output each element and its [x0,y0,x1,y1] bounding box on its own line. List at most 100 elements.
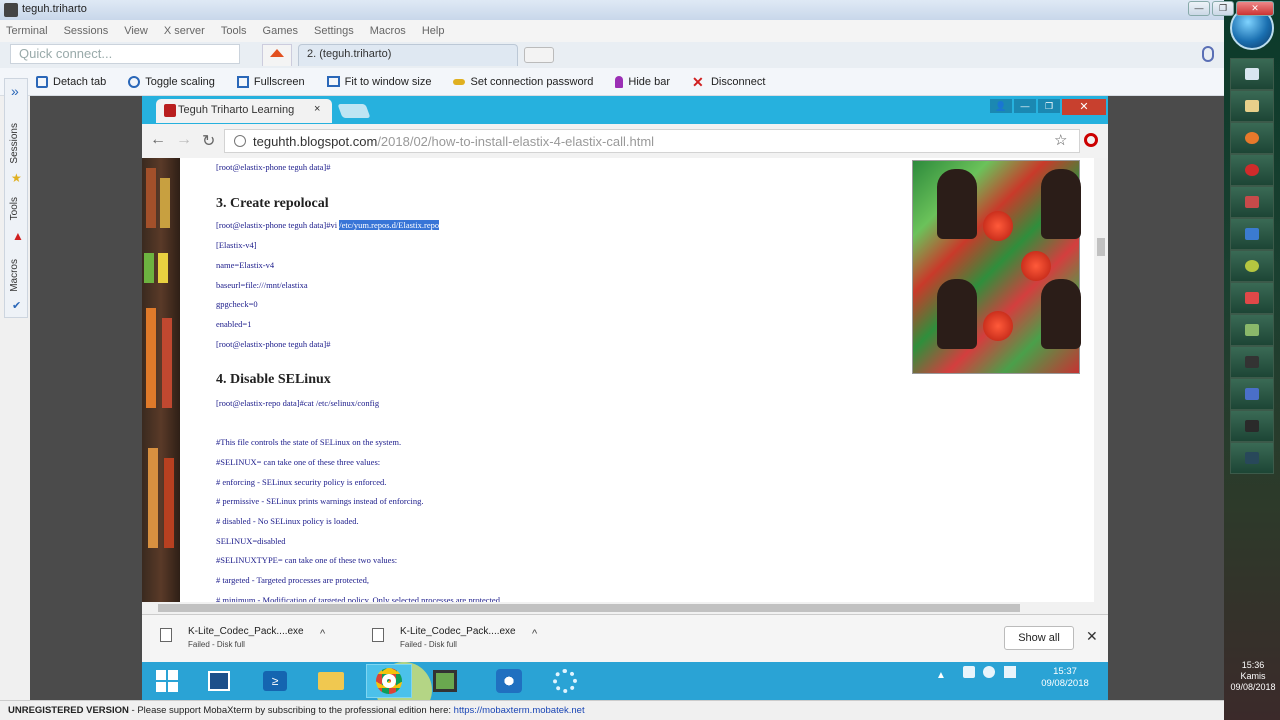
line-text: # permissive - SELinux prints warnings i… [216,496,424,506]
horizontal-scroll-thumb[interactable] [158,604,1020,612]
fullscreen-button[interactable]: Fullscreen [236,75,305,88]
desktop-shortcut-icon[interactable] [1230,282,1274,314]
code-line: # disabled - No SELinux policy is loaded… [216,516,359,526]
system-tray[interactable]: ▲ [936,666,1017,681]
session-tab[interactable]: 2. (teguh.triharto) [298,44,518,66]
network-tray-icon[interactable] [962,666,975,678]
site-info-icon[interactable] [234,135,246,147]
system-clock[interactable]: 15:36 Kamis 09/08/2018 [1228,660,1278,693]
new-tab-button[interactable] [337,104,371,118]
back-arrow-icon[interactable]: ← [150,131,166,149]
mobatek-link[interactable]: https://mobaxterm.mobatek.net [454,705,585,716]
menu-view[interactable]: View [124,25,148,37]
line-text: # disabled - No SELinux policy is loaded… [216,516,359,526]
menu-xserver[interactable]: X server [164,25,205,37]
menu-games[interactable]: Games [263,25,298,37]
chrome-maximize-button[interactable]: ❐ [1038,99,1060,113]
powershell-icon[interactable]: ≥ [252,664,298,698]
maximize-button[interactable]: ❐ [1212,1,1234,16]
detach-icon [36,75,48,88]
settings-taskbar-icon[interactable] [542,664,588,698]
desktop-shortcut-icon[interactable] [1230,378,1274,410]
desktop-shortcut-icon[interactable] [1230,410,1274,442]
tray-arrow-icon[interactable]: ▲ [936,670,946,681]
line-text: #This file controls the state of SELinux… [216,437,402,447]
url-host: teguhth.blogspot.com [253,134,378,149]
code-line: SELINUX=disabled [216,536,285,546]
quick-connect-input[interactable]: Quick connect... [10,44,240,64]
desktop-shortcut-icon[interactable] [1230,346,1274,378]
desktop-shortcut-icon[interactable] [1230,442,1274,474]
windows-start-icon[interactable] [144,664,190,698]
line-text: # enforcing - SELinux security policy is… [216,477,387,487]
opera-icon[interactable] [1230,154,1274,186]
paperclip-icon[interactable] [1202,46,1214,62]
chrome-taskbar-icon[interactable] [366,664,412,698]
file-icon [372,628,384,642]
file-explorer-icon[interactable] [308,664,354,698]
close-download-bar-icon[interactable]: ✕ [1086,628,1098,645]
menu-terminal[interactable]: Terminal [6,25,48,37]
vertical-scrollbar[interactable] [1094,158,1108,602]
toggle-scaling-button[interactable]: Toggle scaling [128,75,215,88]
code-line: # targeted - Targeted processes are prot… [216,575,369,585]
expand-sidebar-icon[interactable]: » [11,83,19,99]
line-text: SELINUX=disabled [216,536,286,546]
download-status: Failed - Disk full [188,640,245,649]
user-profile-button[interactable]: 👤 [990,99,1012,113]
clock-date: 09/08/2018 [1230,682,1276,692]
magnifier-icon [128,75,141,88]
network-taskbar-icon[interactable] [486,664,532,698]
side-panel: » Sessions ★ Tools ▲ Macros ✔ [4,78,28,318]
macros-side-tab[interactable]: Macros [9,259,20,292]
disconnect-button[interactable]: ✕ Disconnect [692,75,765,89]
menu-tools[interactable]: Tools [221,25,247,37]
download-item[interactable]: K-Lite_Codec_Pack....exe Failed - Disk f… [372,624,562,654]
bookmark-star-icon[interactable]: ☆ [1054,131,1067,149]
fullscreen-label: Fullscreen [253,75,305,88]
chevron-up-icon[interactable]: ^ [532,628,537,640]
chrome-close-button[interactable]: ✕ [1062,99,1106,115]
minimize-button[interactable]: — [1188,1,1210,16]
menu-settings[interactable]: Settings [314,25,354,37]
taskbar-clock[interactable]: 15:37 09/08/2018 [1030,666,1100,690]
menu-sessions[interactable]: Sessions [64,25,109,37]
vertical-scroll-thumb[interactable] [1097,238,1105,256]
volume-tray-icon[interactable] [983,666,996,678]
download-item[interactable]: K-Lite_Codec_Pack....exe Failed - Disk f… [160,624,350,654]
desktop-shortcut-icon[interactable] [1230,250,1274,282]
tools-side-tab[interactable]: Tools [9,197,20,220]
desktop-shortcut-icon[interactable] [1230,186,1274,218]
desktop-shortcut-icon[interactable] [1230,90,1274,122]
firefox-icon[interactable] [1230,122,1274,154]
address-bar[interactable]: teguhth.blogspot.com/2018/02/how-to-inst… [224,129,1080,153]
home-tab-icon[interactable] [262,44,292,66]
close-button[interactable]: ✕ [1236,1,1274,16]
server-manager-icon[interactable] [196,664,242,698]
desktop-shortcut-icon[interactable] [1230,218,1274,250]
detach-tab-button[interactable]: Detach tab [36,75,106,88]
fit-window-button[interactable]: Fit to window size [326,76,431,88]
status-bar: UNREGISTERED VERSION - Please support Mo… [0,700,1224,720]
selected-text[interactable]: /etc/yum.repos.d/Elastix.repo [339,220,440,230]
app-taskbar-icon[interactable] [422,664,468,698]
chrome-minimize-button[interactable]: — [1014,99,1036,113]
set-password-button[interactable]: Set connection password [453,76,593,88]
chevron-up-icon[interactable]: ^ [320,628,325,640]
sessions-side-tab[interactable]: Sessions [9,123,20,164]
line-text: name=Elastix-v4 [216,260,275,270]
flag-tray-icon[interactable] [1004,666,1017,678]
show-all-button[interactable]: Show all [1004,626,1074,650]
extension-icon[interactable] [1084,133,1098,147]
new-tab-button[interactable] [524,47,554,63]
tab-close-button[interactable]: × [314,103,320,115]
hide-bar-button[interactable]: Hide bar [615,75,670,88]
menu-help[interactable]: Help [422,25,445,37]
browser-tab[interactable]: Teguh Triharto Learning [156,99,332,123]
forward-arrow-icon[interactable]: → [176,131,192,149]
desktop-shortcut-icon[interactable] [1230,58,1274,90]
menu-macros[interactable]: Macros [370,25,406,37]
code-line: [root@elastix-phone teguh data]# [216,162,331,172]
desktop-shortcut-icon[interactable] [1230,314,1274,346]
reload-icon[interactable]: ↻ [202,131,215,151]
